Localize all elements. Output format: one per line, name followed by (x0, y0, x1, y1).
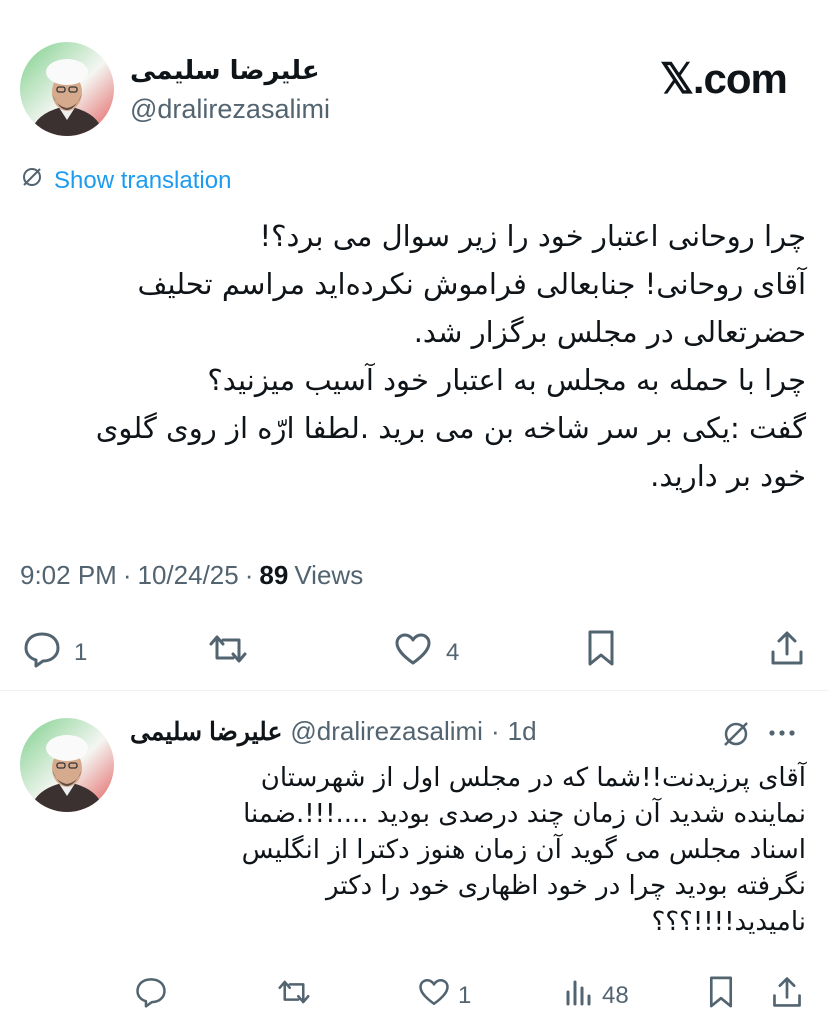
tweet-text-line: چرا با حمله به مجلس به اعتبار خود آسیب م… (207, 363, 806, 397)
retweet-icon (205, 630, 251, 675)
views-icon (564, 976, 594, 1015)
author-name[interactable]: علیرضا سلیمی (130, 56, 330, 86)
tweet-text-line: خود بر دارید. (650, 459, 806, 493)
tweet-meta: 9:02 PM · 10/24/25 · 89 Views (20, 560, 363, 591)
reply-text-line: نگرفته بودید چرا در خود اظهاری خود را دک… (326, 871, 806, 901)
reply-header: علیرضا سلیمی @dralirezasalimi · 1d (130, 716, 537, 747)
more-button[interactable] (764, 716, 800, 752)
show-translation-link[interactable]: Show translation (20, 165, 231, 196)
more-icon (764, 730, 800, 752)
bookmark-icon (584, 628, 618, 675)
tweet-date[interactable]: 10/24/25 (138, 560, 239, 591)
retweet-icon (274, 976, 314, 1015)
tweet-time[interactable]: 9:02 PM (20, 560, 117, 591)
retweet-button[interactable] (205, 630, 251, 675)
reply-retweet-button[interactable] (274, 976, 314, 1015)
reply-icon (22, 630, 62, 675)
share-icon (768, 628, 806, 675)
bookmark-button[interactable] (584, 628, 618, 675)
views-count: 89 (259, 560, 289, 590)
reply-text-line: نامیدید!!!!؟؟؟ (651, 907, 806, 937)
heart-icon (392, 630, 434, 675)
tweet-text-line: حضرتعالی در مجلس برگزار شد. (413, 315, 806, 349)
reply-author-avatar[interactable] (20, 718, 114, 812)
reply-count: 1 (74, 638, 88, 666)
meta-separator: · (122, 560, 132, 590)
tweet-text-line: چرا روحانی اعتبار خود را زیر سوال می برد… (259, 219, 806, 253)
grok-icon (720, 722, 752, 754)
like-count: 4 (446, 638, 460, 666)
translation-label: Show translation (54, 166, 232, 194)
bookmark-icon (706, 974, 736, 1017)
like-button[interactable]: 4 (392, 630, 459, 675)
reply-views-button[interactable]: 48 (564, 976, 629, 1015)
reply-reply-button[interactable] (134, 976, 168, 1015)
translate-icon (20, 165, 44, 196)
reply-text-line: نماینده شدید آن زمان چند درصدی بودید ...… (243, 799, 806, 829)
author-avatar[interactable] (20, 42, 114, 136)
meta-separator: · (490, 716, 500, 746)
grok-button[interactable] (720, 718, 752, 754)
tweet-text-line: آقای روحانی! جنابعالی فراموش نکرده‌اید م… (137, 267, 806, 301)
heart-icon (416, 976, 452, 1015)
author-handle[interactable]: @dralirezasalimi (130, 94, 330, 125)
divider (0, 690, 828, 691)
share-button[interactable] (768, 628, 806, 675)
reply-share-button[interactable] (770, 974, 804, 1017)
reply-button[interactable]: 1 (22, 630, 87, 675)
views-label: Views (294, 560, 364, 590)
meta-separator: · (244, 560, 254, 590)
x-logo: 𝕏.com (660, 54, 788, 102)
reply-author-handle[interactable]: @dralirezasalimi (290, 716, 483, 747)
reply-text-line: اسناد مجلس می گوید آن زمان هنوز دکترا از… (241, 835, 806, 865)
reply-age[interactable]: 1d (508, 716, 537, 747)
reply-like-count: 1 (458, 981, 472, 1009)
share-icon (770, 974, 804, 1017)
reply-bookmark-button[interactable] (706, 974, 736, 1017)
tweet-text-line: گفت :یکی بر سر شاخه بن می برید .لطفا ارّ… (95, 411, 806, 445)
reply-like-button[interactable]: 1 (416, 976, 471, 1015)
tweet-text: چرا روحانی اعتبار خود را زیر سوال می برد… (16, 212, 806, 500)
x-logo-text: 𝕏.com (660, 54, 788, 102)
reply-author-name[interactable]: علیرضا سلیمی (130, 717, 282, 747)
reply-text: آقای پرزیدنت!!شما که در مجلس اول از شهرس… (126, 760, 806, 940)
reply-text-line: آقای پرزیدنت!!شما که در مجلس اول از شهرس… (260, 763, 806, 793)
reply-icon (134, 976, 168, 1015)
reply-views-count: 48 (602, 981, 629, 1009)
